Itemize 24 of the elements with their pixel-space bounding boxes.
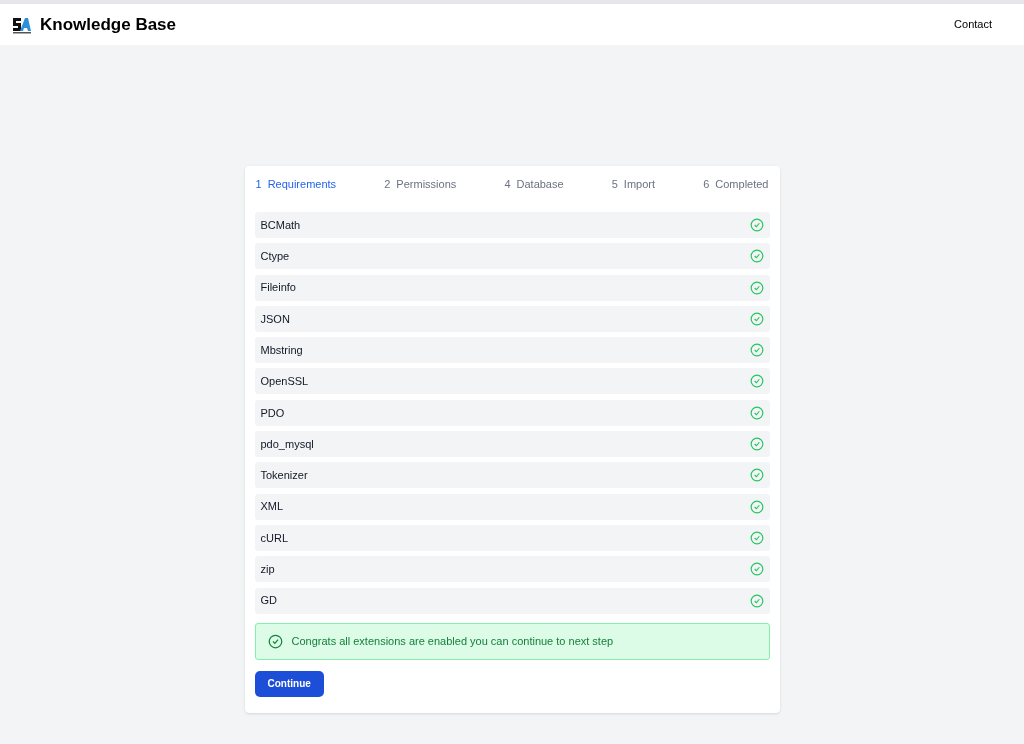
step-tab[interactable]: 2 Permissions — [384, 175, 457, 193]
nav-link[interactable]: Contact — [954, 16, 992, 33]
continue-button[interactable]: Continue — [254, 670, 324, 697]
extension-name: OpenSSL — [260, 374, 309, 390]
step-tab[interactable]: 6 Completed — [703, 175, 769, 193]
step-tab[interactable]: 4 Database — [504, 175, 564, 193]
extension-name: PDO — [260, 405, 285, 421]
extension-name: GD — [260, 593, 277, 609]
logo-icon — [12, 15, 32, 34]
extension-name: Ctype — [260, 249, 290, 265]
extension-name: cURL — [260, 530, 288, 546]
step-tab[interactable]: 5 Import — [611, 175, 656, 193]
step-tab[interactable]: 1 Requirements — [255, 175, 337, 193]
extension-name: pdo_mysql — [260, 436, 314, 452]
extension-name: Fileinfo — [260, 280, 296, 296]
alert-message: Congrats all extensions are enabled you can continue to next step — [291, 633, 614, 649]
extension-name: zip — [260, 562, 275, 577]
extension-name: Tokenizer — [260, 468, 308, 484]
extension-name: Mbstring — [260, 342, 303, 358]
extension-name: JSON — [260, 311, 290, 327]
extension-name: BCMath — [260, 217, 301, 233]
extension-name: XML — [260, 499, 284, 515]
check-circle-icon — [267, 633, 283, 649]
site-title: Knowledge Base — [40, 13, 177, 36]
